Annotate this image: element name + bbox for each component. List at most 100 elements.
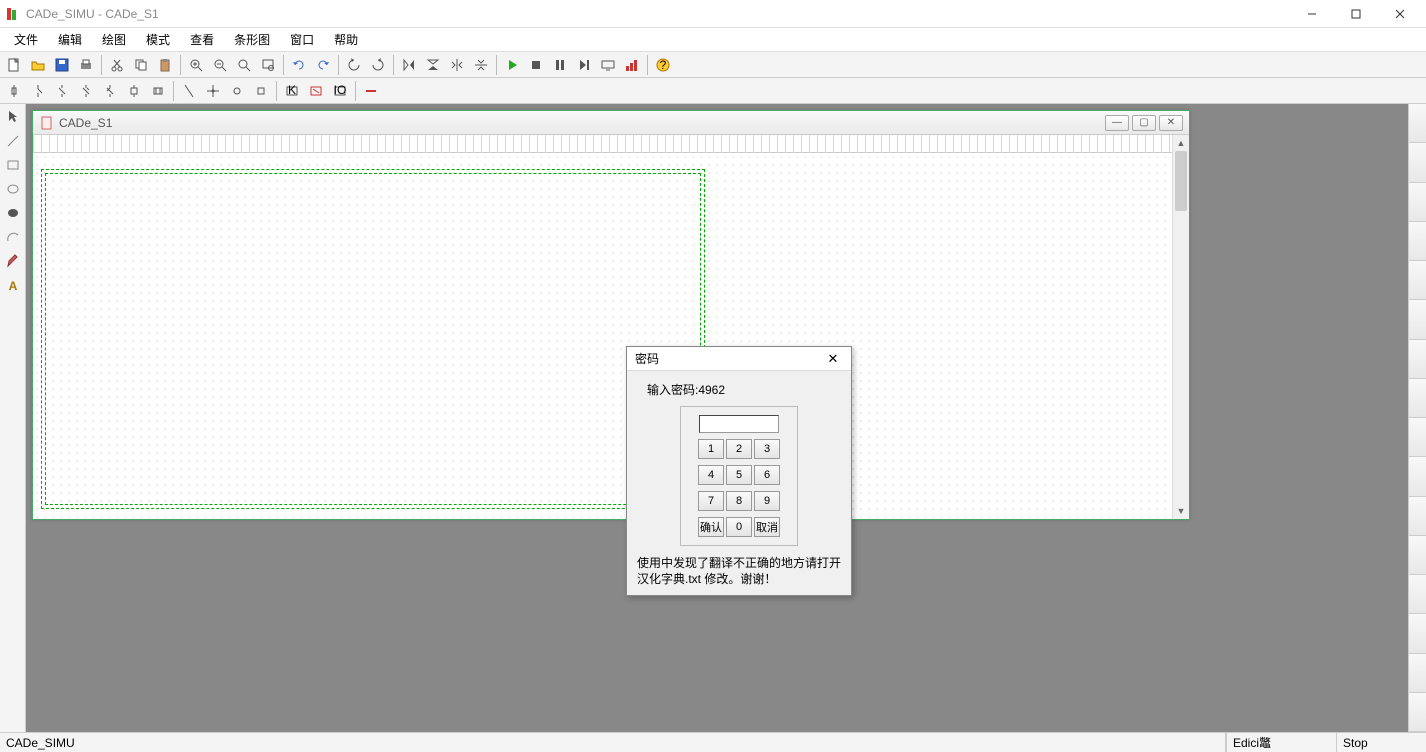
doc-minimize-button[interactable]: —: [1105, 115, 1129, 131]
menu-draw[interactable]: 绘图: [92, 28, 136, 51]
zoom-in-icon[interactable]: [184, 54, 208, 76]
keypad-6[interactable]: 6: [754, 465, 780, 485]
cut-icon[interactable]: [105, 54, 129, 76]
menu-file[interactable]: 文件: [4, 28, 48, 51]
menu-edit[interactable]: 编辑: [48, 28, 92, 51]
palette-seg-10[interactable]: [1409, 457, 1426, 496]
timer-icon[interactable]: K: [280, 80, 304, 102]
palette-seg-11[interactable]: [1409, 497, 1426, 536]
stop-icon[interactable]: [524, 54, 548, 76]
mirror-h-icon[interactable]: [445, 54, 469, 76]
palette-seg-7[interactable]: [1409, 340, 1426, 379]
help-icon[interactable]: ?: [651, 54, 675, 76]
password-input[interactable]: [699, 415, 779, 433]
keypad-3[interactable]: 3: [754, 439, 780, 459]
close-button[interactable]: [1378, 2, 1422, 26]
menu-window[interactable]: 窗口: [280, 28, 324, 51]
scroll-down-icon[interactable]: ▼: [1173, 503, 1189, 519]
undo-icon[interactable]: [287, 54, 311, 76]
node-icon[interactable]: [225, 80, 249, 102]
maximize-button[interactable]: [1334, 2, 1378, 26]
keypad-8[interactable]: 8: [726, 491, 752, 511]
open-file-icon[interactable]: [26, 54, 50, 76]
line-color-icon[interactable]: [359, 80, 383, 102]
save-icon[interactable]: [50, 54, 74, 76]
palette-seg-9[interactable]: [1409, 418, 1426, 457]
print-icon[interactable]: [74, 54, 98, 76]
drawing-canvas[interactable]: [33, 135, 1172, 519]
mirror-v-icon[interactable]: [469, 54, 493, 76]
step-icon[interactable]: [572, 54, 596, 76]
palette-seg-15[interactable]: [1409, 654, 1426, 693]
wire-icon[interactable]: [177, 80, 201, 102]
keypad-0[interactable]: 0: [726, 517, 752, 537]
palette-seg-2[interactable]: [1409, 143, 1426, 182]
flip-v-icon[interactable]: [421, 54, 445, 76]
brush-icon[interactable]: [2, 250, 24, 272]
dialog-titlebar[interactable]: 密码 ✕: [627, 347, 851, 371]
chart-icon[interactable]: [620, 54, 644, 76]
keypad-5[interactable]: 5: [726, 465, 752, 485]
junction-icon[interactable]: [201, 80, 225, 102]
menu-help[interactable]: 帮助: [324, 28, 368, 51]
rotate-right-icon[interactable]: [366, 54, 390, 76]
keypad-7[interactable]: 7: [698, 491, 724, 511]
terminal-icon[interactable]: [249, 80, 273, 102]
menu-barchart[interactable]: 条形图: [224, 28, 280, 51]
palette-seg-4[interactable]: [1409, 222, 1426, 261]
rect-tool-icon[interactable]: [2, 154, 24, 176]
keypad-2[interactable]: 2: [726, 439, 752, 459]
palette-seg-14[interactable]: [1409, 614, 1426, 653]
scroll-up-icon[interactable]: ▲: [1173, 135, 1189, 151]
play-icon[interactable]: [500, 54, 524, 76]
vertical-scrollbar[interactable]: ▲ ▼: [1172, 135, 1189, 519]
text-tool-icon[interactable]: A: [2, 274, 24, 296]
doc-close-button[interactable]: ✕: [1159, 115, 1183, 131]
palette-seg-16[interactable]: [1409, 693, 1426, 732]
keypad-9[interactable]: 9: [754, 491, 780, 511]
pointer-icon[interactable]: [2, 106, 24, 128]
new-file-icon[interactable]: [2, 54, 26, 76]
counter-icon[interactable]: [304, 80, 328, 102]
ellipse-tool-icon[interactable]: [2, 178, 24, 200]
palette-seg-8[interactable]: [1409, 379, 1426, 418]
palette-seg-12[interactable]: [1409, 536, 1426, 575]
paste-icon[interactable]: [153, 54, 177, 76]
breaker-icon[interactable]: [98, 80, 122, 102]
contact-no-icon[interactable]: [50, 80, 74, 102]
fuse-icon[interactable]: [2, 80, 26, 102]
cancel-button[interactable]: 取消: [754, 517, 780, 537]
pause-icon[interactable]: [548, 54, 572, 76]
status-bar: CADe_SIMU Edici鼈 Stop: [0, 732, 1426, 752]
palette-seg-13[interactable]: [1409, 575, 1426, 614]
scroll-thumb[interactable]: [1175, 151, 1187, 211]
monitor-icon[interactable]: [596, 54, 620, 76]
copy-icon[interactable]: [129, 54, 153, 76]
ok-button[interactable]: 确认: [698, 517, 724, 537]
relay-icon[interactable]: [122, 80, 146, 102]
palette-seg-5[interactable]: [1409, 261, 1426, 300]
dialog-close-button[interactable]: ✕: [823, 350, 843, 368]
redo-icon[interactable]: [311, 54, 335, 76]
arc-tool-icon[interactable]: [2, 226, 24, 248]
doc-maximize-button[interactable]: ▢: [1132, 115, 1156, 131]
palette-seg-3[interactable]: [1409, 183, 1426, 222]
keypad-1[interactable]: 1: [698, 439, 724, 459]
rotate-left-icon[interactable]: [342, 54, 366, 76]
zoom-window-icon[interactable]: [256, 54, 280, 76]
io-icon[interactable]: IO: [328, 80, 352, 102]
flip-h-icon[interactable]: [397, 54, 421, 76]
palette-seg-6[interactable]: [1409, 300, 1426, 339]
menu-mode[interactable]: 模式: [136, 28, 180, 51]
minimize-button[interactable]: [1290, 2, 1334, 26]
zoom-fit-icon[interactable]: [232, 54, 256, 76]
line-tool-icon[interactable]: [2, 130, 24, 152]
palette-seg-1[interactable]: [1409, 104, 1426, 143]
zoom-out-icon[interactable]: [208, 54, 232, 76]
coil-icon[interactable]: [146, 80, 170, 102]
contact-nc-icon[interactable]: [74, 80, 98, 102]
menu-view[interactable]: 查看: [180, 28, 224, 51]
filled-ellipse-icon[interactable]: [2, 202, 24, 224]
keypad-4[interactable]: 4: [698, 465, 724, 485]
switch-icon[interactable]: [26, 80, 50, 102]
